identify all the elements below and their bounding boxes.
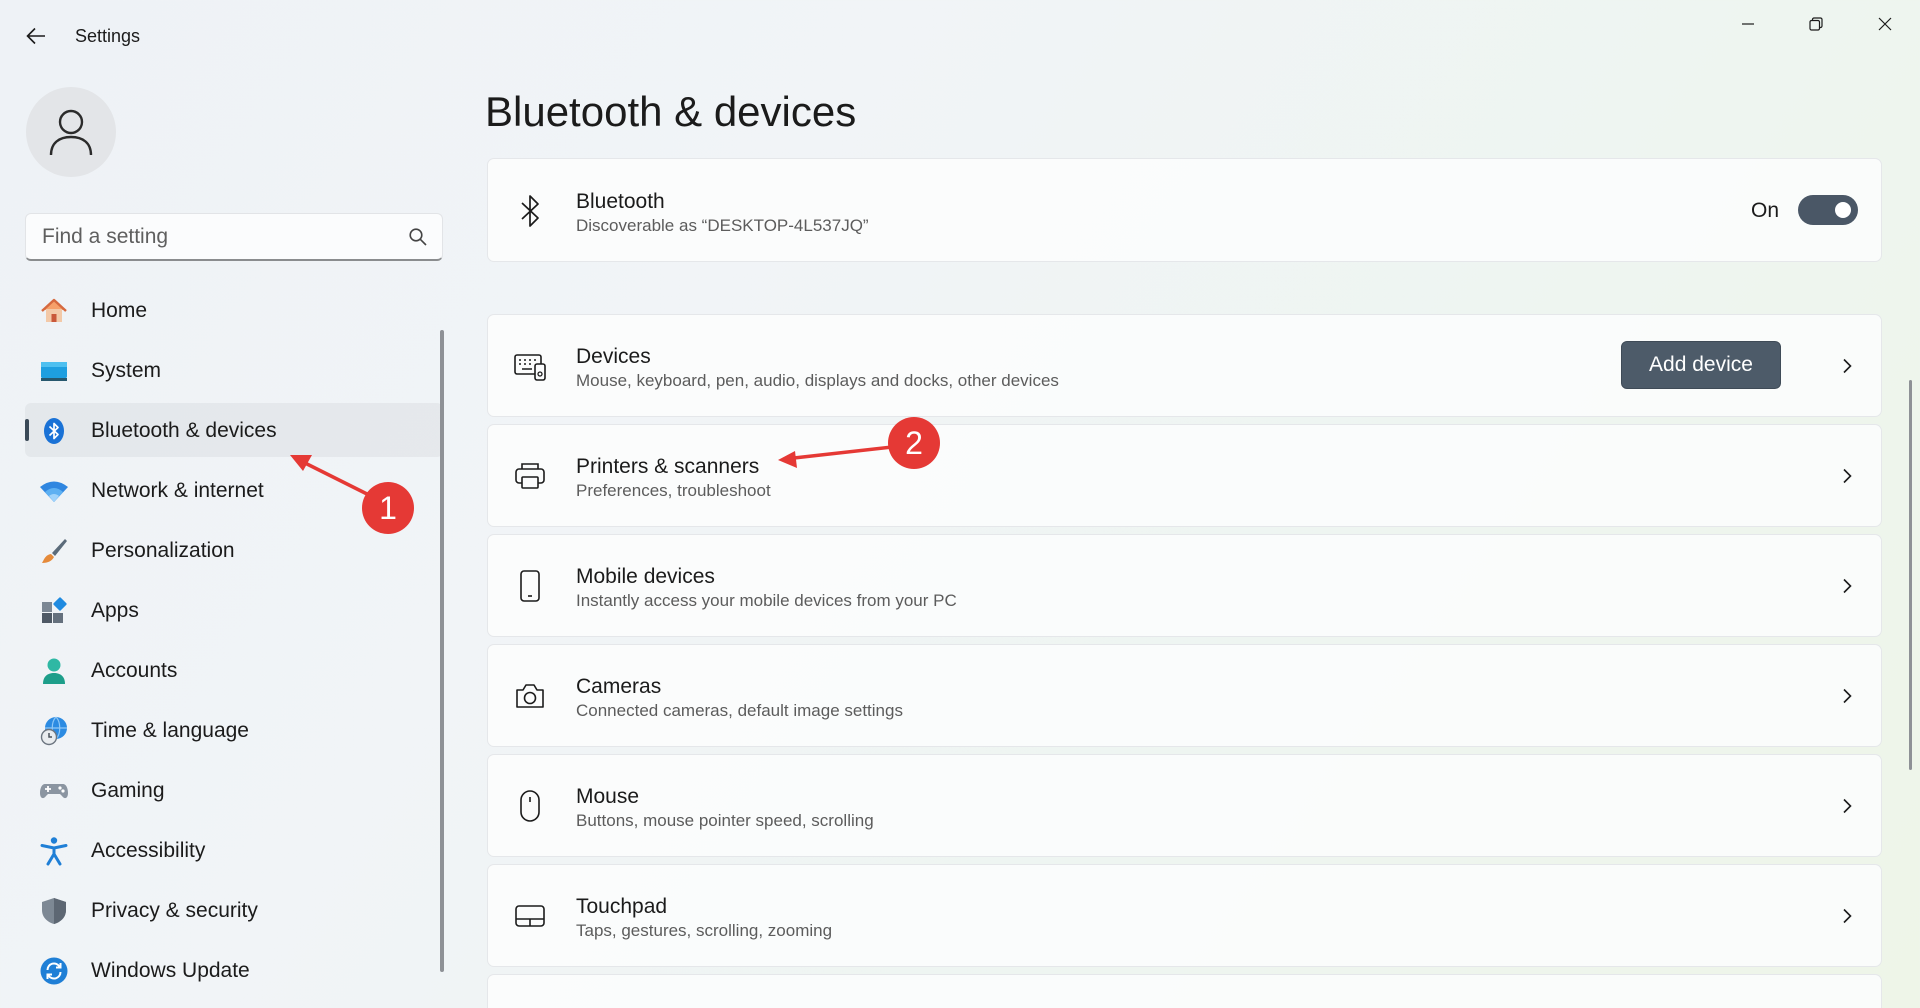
toggle-state-label: On <box>1751 199 1780 222</box>
gamepad-icon <box>39 776 69 806</box>
sidebar-item-label: Bluetooth & devices <box>91 419 277 442</box>
chevron-right-icon <box>1835 464 1859 488</box>
apps-icon <box>39 596 69 626</box>
bluetooth-icon <box>39 416 69 446</box>
sidebar-item-label: Privacy & security <box>91 899 258 922</box>
touchpad-subtitle: Taps, gestures, scrolling, zooming <box>576 921 833 940</box>
app-title: Settings <box>75 26 141 46</box>
sidebar-item-accessibility[interactable]: Accessibility <box>25 823 443 877</box>
sidebar-item-label: Home <box>91 299 148 322</box>
printers-title: Printers & scanners <box>576 455 760 478</box>
bluetooth-card: Bluetooth Discoverable as “DESKTOP-4L537… <box>487 158 1882 262</box>
arrow-left-icon <box>26 27 45 45</box>
sidebar-item-time-language[interactable]: Time & language <box>25 703 443 757</box>
sidebar-item-label: Windows Update <box>91 959 250 982</box>
sidebar-item-label: Time & language <box>91 719 249 742</box>
toggle-knob <box>1835 202 1851 218</box>
chevron-right-icon <box>1835 354 1859 378</box>
sidebar-item-label: Gaming <box>91 779 165 802</box>
printers-subtitle: Preferences, troubleshoot <box>576 481 771 500</box>
chevron-right-icon <box>1835 684 1859 708</box>
search-icon[interactable] <box>408 227 428 247</box>
devices-subtitle: Mouse, keyboard, pen, audio, displays an… <box>576 371 1059 390</box>
search-input[interactable] <box>42 214 402 260</box>
paintbrush-icon <box>39 536 69 566</box>
main-scrollbar[interactable] <box>1909 380 1912 770</box>
update-icon <box>39 956 69 986</box>
sidebar-nav: Home System Bluetooth & devices Network … <box>25 283 443 1003</box>
minimize-button[interactable] <box>1718 10 1778 38</box>
sidebar-item-label: Accounts <box>91 659 178 682</box>
home-icon <box>39 296 69 326</box>
mouse-title: Mouse <box>576 785 640 808</box>
camera-icon <box>510 676 550 716</box>
sidebar-item-label: Accessibility <box>91 839 206 862</box>
devices-card[interactable]: Devices Mouse, keyboard, pen, audio, dis… <box>487 314 1882 417</box>
sidebar-item-apps[interactable]: Apps <box>25 583 443 637</box>
mouse-row[interactable]: Mouse Buttons, mouse pointer speed, scro… <box>487 754 1882 857</box>
sidebar-item-accounts[interactable]: Accounts <box>25 643 443 697</box>
sidebar-item-label: Personalization <box>91 539 235 562</box>
mobile-devices-title: Mobile devices <box>576 565 715 588</box>
devices-title: Devices <box>576 345 651 368</box>
printer-icon <box>510 456 550 496</box>
sidebar-item-bluetooth-devices[interactable]: Bluetooth & devices <box>25 403 443 457</box>
chevron-right-icon <box>1835 904 1859 928</box>
shield-icon <box>39 896 69 926</box>
restore-button[interactable] <box>1786 10 1846 38</box>
page-title: Bluetooth & devices <box>485 88 857 135</box>
mouse-subtitle: Buttons, mouse pointer speed, scrolling <box>576 811 874 830</box>
annotation-marker-1: 1 <box>362 482 414 534</box>
sidebar-item-label: System <box>91 359 162 382</box>
touchpad-title: Touchpad <box>576 895 668 918</box>
avatar[interactable] <box>26 87 116 177</box>
sidebar-item-system[interactable]: System <box>25 343 443 397</box>
globe-clock-icon <box>39 716 69 746</box>
chevron-right-icon <box>1835 574 1859 598</box>
close-icon <box>1878 17 1892 31</box>
close-button[interactable] <box>1855 10 1915 38</box>
sidebar-scrollbar[interactable] <box>440 330 444 972</box>
next-row-partial[interactable] <box>487 974 1882 1008</box>
printers-scanners-row[interactable]: Printers & scanners Preferences, trouble… <box>487 424 1882 527</box>
devices-icon <box>510 346 550 386</box>
search-box <box>25 213 443 261</box>
sidebar-item-home[interactable]: Home <box>25 283 443 337</box>
user-icon <box>49 109 93 156</box>
title-bar: Settings <box>0 0 1920 72</box>
add-device-button[interactable]: Add device <box>1621 341 1781 389</box>
cameras-row[interactable]: Cameras Connected cameras, default image… <box>487 644 1882 747</box>
monitor-icon <box>39 356 69 386</box>
mobile-devices-row[interactable]: Mobile devices Instantly access your mob… <box>487 534 1882 637</box>
sidebar-item-label: Apps <box>91 599 139 622</box>
mouse-icon <box>510 786 550 826</box>
sidebar-item-privacy-security[interactable]: Privacy & security <box>25 883 443 937</box>
touchpad-icon <box>510 896 550 936</box>
chevron-right-icon <box>1835 794 1859 818</box>
accessibility-icon <box>39 836 69 866</box>
bluetooth-subtitle: Discoverable as “DESKTOP-4L537JQ” <box>576 216 869 235</box>
bluetooth-symbol-icon <box>510 191 550 231</box>
bluetooth-toggle[interactable] <box>1798 195 1858 225</box>
sidebar-item-gaming[interactable]: Gaming <box>25 763 443 817</box>
bluetooth-title: Bluetooth <box>576 190 665 213</box>
sidebar-item-label: Network & internet <box>91 479 264 502</box>
sidebar-item-windows-update[interactable]: Windows Update <box>25 943 443 997</box>
back-button[interactable] <box>20 22 52 50</box>
wifi-icon <box>39 476 69 506</box>
phone-icon <box>510 566 550 606</box>
cameras-subtitle: Connected cameras, default image setting… <box>576 701 903 720</box>
minimize-icon <box>1742 23 1754 25</box>
mobile-devices-subtitle: Instantly access your mobile devices fro… <box>576 591 957 610</box>
annotation-marker-2: 2 <box>888 417 940 469</box>
restore-icon <box>1809 17 1823 31</box>
cameras-title: Cameras <box>576 675 662 698</box>
touchpad-row[interactable]: Touchpad Taps, gestures, scrolling, zoom… <box>487 864 1882 967</box>
person-icon <box>39 656 69 686</box>
